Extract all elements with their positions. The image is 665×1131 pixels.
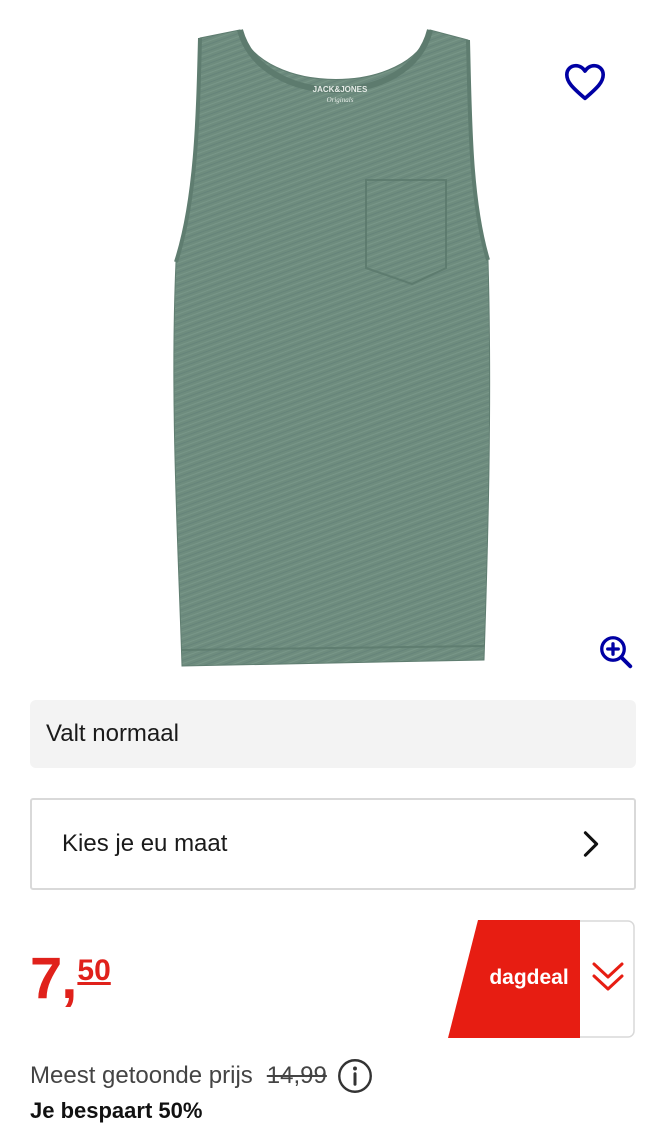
brand-sub-label: Originals (327, 96, 354, 104)
brand-label: JACK&JONES (313, 85, 368, 94)
size-selector-label: Kies je eu maat (62, 830, 228, 857)
heart-outline-icon (564, 63, 605, 101)
price-separator: , (61, 946, 78, 1011)
reference-price-label: Meest getoonde prijs (30, 1062, 253, 1089)
size-selector-button[interactable]: Kies je eu maat (30, 798, 636, 890)
fit-label: Valt normaal (46, 720, 179, 747)
info-icon (337, 1059, 372, 1093)
price: 7 , 50 (30, 950, 111, 1008)
old-price: 14,99 (266, 1062, 327, 1089)
zoom-button[interactable] (594, 630, 638, 674)
reference-price: Meest getoonde prijs 14,99 (30, 1058, 373, 1094)
info-button[interactable] (337, 1058, 373, 1094)
savings-label: Je bespaart 50% (30, 1098, 203, 1123)
fit-indicator: Valt normaal (30, 700, 636, 768)
zoom-in-icon (600, 636, 633, 669)
price-decimals: 50 (77, 954, 111, 987)
chevron-right-icon (583, 831, 599, 857)
dagdeal-label: dagdeal (489, 966, 569, 989)
wishlist-button[interactable] (560, 58, 610, 106)
price-integer: 7 (30, 946, 62, 1011)
